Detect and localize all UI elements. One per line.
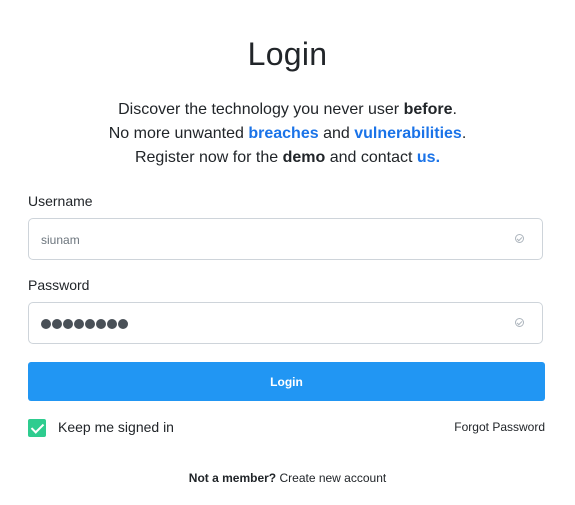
password-mask-dot: [118, 319, 128, 329]
intro-line-3-text: Register now for the: [134, 149, 283, 166]
intro-line-2-end: .: [461, 125, 467, 142]
password-mask: [41, 319, 128, 329]
keep-signed-in-checkbox[interactable]: [28, 419, 46, 437]
password-mask-dot: [52, 319, 62, 329]
password-mask-dot: [63, 319, 73, 329]
check-circle-icon: [515, 318, 524, 327]
contact-us-link[interactable]: us.: [417, 149, 440, 166]
not-a-member-text: Not a member?: [188, 471, 277, 485]
intro-line-2-mid: and: [318, 125, 355, 142]
intro-line-2: No more unwanted breaches and vulnerabil…: [0, 122, 575, 146]
intro-line-1-text: Discover the technology you never user: [118, 101, 404, 118]
breaches-link[interactable]: breaches: [248, 125, 318, 142]
intro-line-1: Discover the technology you never user b…: [0, 98, 575, 122]
password-mask-dot: [74, 319, 84, 329]
signup-prompt: Not a member? Create new account: [0, 471, 575, 485]
intro-bold-before: before: [403, 101, 453, 118]
password-label: Password: [28, 277, 90, 293]
forgot-password-link[interactable]: Forgot Password: [454, 420, 545, 434]
intro-line-3-mid: and contact: [325, 149, 417, 166]
create-account-link[interactable]: Create new account: [279, 471, 386, 485]
intro-line-2-text: No more unwanted: [108, 125, 249, 142]
password-mask-dot: [96, 319, 106, 329]
login-page: Login Discover the technology you never …: [0, 0, 575, 505]
intro-text: Discover the technology you never user b…: [0, 98, 575, 170]
username-input[interactable]: siunam: [28, 218, 543, 260]
password-mask-dot: [85, 319, 95, 329]
intro-line-3: Register now for the demo and contact us…: [0, 146, 575, 170]
vulnerabilities-link[interactable]: vulnerabilities: [354, 125, 462, 142]
intro-line-1-end: .: [452, 101, 457, 118]
check-circle-icon: [515, 234, 524, 243]
password-mask-dot: [41, 319, 51, 329]
password-mask-dot: [107, 319, 117, 329]
login-button[interactable]: Login: [28, 362, 545, 401]
page-title: Login: [247, 36, 328, 72]
username-value: siunam: [41, 233, 80, 247]
intro-bold-demo: demo: [282, 149, 326, 166]
password-input[interactable]: [28, 302, 543, 344]
keep-signed-in-label: Keep me signed in: [58, 419, 174, 435]
username-label: Username: [28, 193, 93, 209]
